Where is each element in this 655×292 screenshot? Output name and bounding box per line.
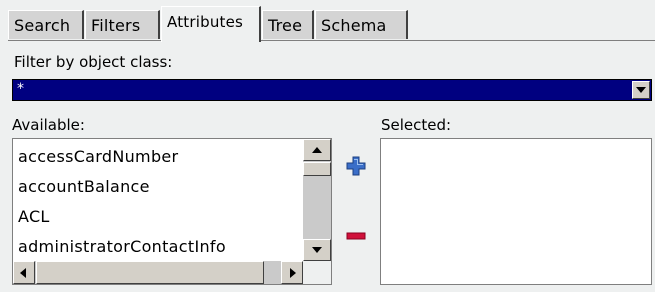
tab-bar: Search Filters Attributes Tree Schema xyxy=(8,6,648,42)
minus-icon xyxy=(346,232,366,240)
tab-attributes[interactable]: Attributes xyxy=(161,6,261,42)
arrow-up-icon xyxy=(312,147,322,153)
tab-tree[interactable]: Tree xyxy=(262,10,314,39)
arrow-down-icon xyxy=(312,247,322,253)
horizontal-scrollbar[interactable] xyxy=(13,261,303,284)
plus-icon xyxy=(346,156,366,176)
object-class-value: * xyxy=(17,81,24,97)
list-item[interactable]: administratorContactInfo xyxy=(18,237,226,256)
tab-search[interactable]: Search xyxy=(8,10,84,39)
remove-attribute-button[interactable] xyxy=(345,228,367,240)
scroll-corner xyxy=(303,261,331,284)
scroll-down-button[interactable] xyxy=(303,239,331,261)
selected-label: Selected: xyxy=(381,116,452,134)
vertical-scroll-thumb[interactable] xyxy=(303,162,331,176)
add-attribute-button[interactable] xyxy=(345,155,367,177)
object-class-combo[interactable]: * xyxy=(12,79,652,101)
tab-divider xyxy=(8,40,655,41)
tab-filters[interactable]: Filters xyxy=(85,10,160,39)
arrow-left-icon xyxy=(20,268,26,278)
tab-schema[interactable]: Schema xyxy=(315,10,408,39)
filter-label: Filter by object class: xyxy=(14,53,173,71)
vertical-scrollbar[interactable] xyxy=(303,139,331,261)
chevron-down-icon xyxy=(636,87,646,93)
combo-dropdown-button[interactable] xyxy=(632,81,650,99)
list-item[interactable]: ACL xyxy=(18,207,50,226)
horizontal-scroll-thumb[interactable] xyxy=(36,261,264,284)
scroll-up-button[interactable] xyxy=(303,139,331,161)
scroll-right-button[interactable] xyxy=(281,261,303,284)
selected-list[interactable] xyxy=(380,138,652,285)
arrow-right-icon xyxy=(290,268,296,278)
scroll-left-button[interactable] xyxy=(13,261,35,284)
available-label: Available: xyxy=(12,116,85,134)
available-list[interactable]: accessCardNumber accountBalance ACL admi… xyxy=(12,138,332,285)
list-item[interactable]: accessCardNumber xyxy=(18,147,178,166)
list-item[interactable]: accountBalance xyxy=(18,177,150,196)
